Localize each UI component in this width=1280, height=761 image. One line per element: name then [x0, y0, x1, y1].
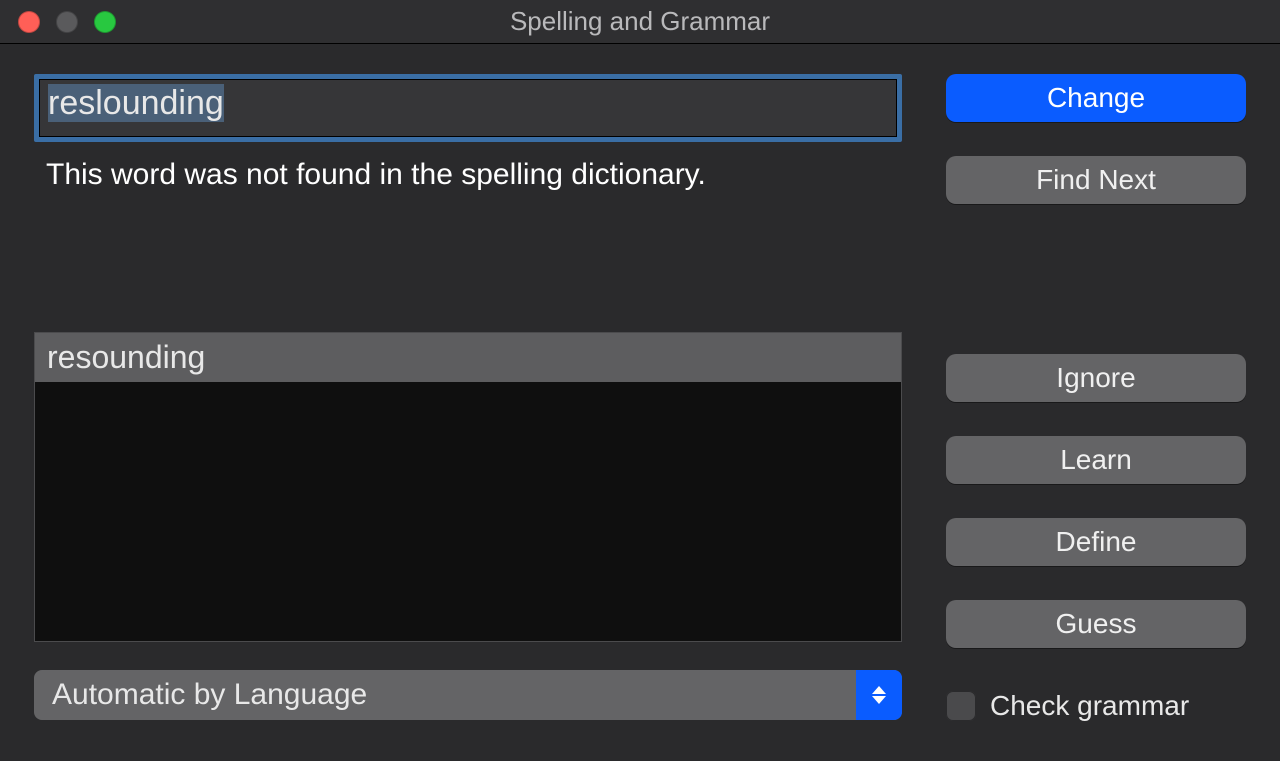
- change-button[interactable]: Change: [946, 74, 1246, 122]
- check-grammar-row: Check grammar: [946, 690, 1246, 722]
- zoom-window-button[interactable]: [94, 11, 116, 33]
- misspelled-word-field-wrap: reslounding: [34, 74, 902, 142]
- updown-stepper-icon[interactable]: [856, 670, 902, 720]
- define-button[interactable]: Define: [946, 518, 1246, 566]
- guess-button[interactable]: Guess: [946, 600, 1246, 648]
- language-select-value: Automatic by Language: [52, 678, 367, 712]
- status-message: This word was not found in the spelling …: [46, 158, 902, 192]
- suggestions-list[interactable]: resounding: [34, 332, 902, 642]
- chevron-down-icon: [872, 696, 886, 704]
- ignore-button[interactable]: Ignore: [946, 354, 1246, 402]
- check-grammar-checkbox[interactable]: [946, 691, 976, 721]
- window-title: Spelling and Grammar: [0, 6, 1280, 37]
- window-controls: [18, 11, 116, 33]
- learn-button[interactable]: Learn: [946, 436, 1246, 484]
- minimize-window-button[interactable]: [56, 11, 78, 33]
- suggestion-item[interactable]: resounding: [35, 333, 901, 382]
- language-select[interactable]: Automatic by Language: [34, 670, 902, 720]
- find-next-button[interactable]: Find Next: [946, 156, 1246, 204]
- check-grammar-label: Check grammar: [990, 690, 1189, 722]
- chevron-up-icon: [872, 686, 886, 694]
- close-window-button[interactable]: [18, 11, 40, 33]
- titlebar: Spelling and Grammar: [0, 0, 1280, 44]
- misspelled-word-value: reslounding: [48, 84, 224, 122]
- misspelled-word-input[interactable]: reslounding: [39, 79, 897, 137]
